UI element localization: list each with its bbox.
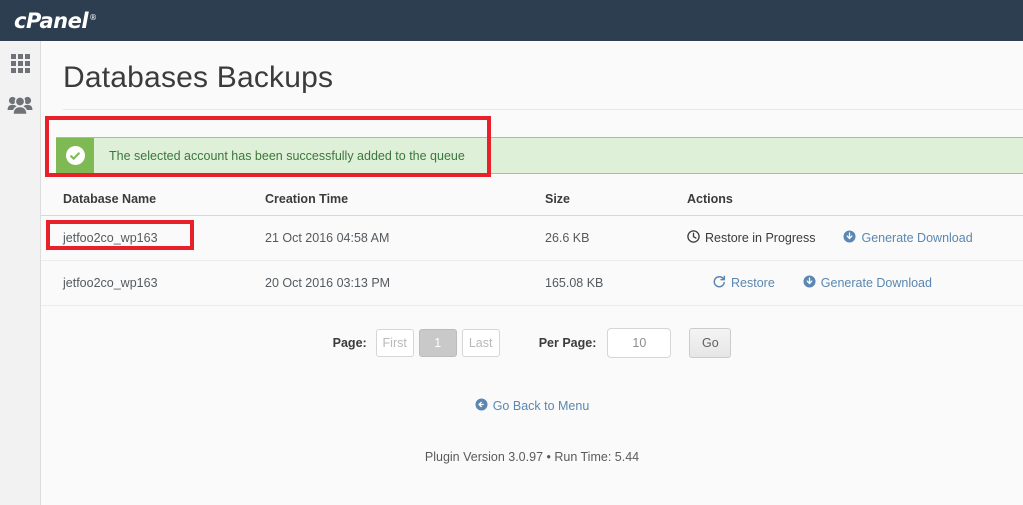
grid-icon [10,53,30,73]
registered-mark: ® [89,12,97,22]
users-icon [7,94,33,121]
table-header-row: Database Name Creation Time Size Actions [41,192,1023,216]
cell-actions: Restore Generate Download [687,275,1023,291]
per-page-input[interactable] [607,328,672,358]
generate-download-label: Generate Download [861,231,973,245]
restore-link[interactable]: Restore [713,275,775,291]
check-circle-icon [65,146,85,165]
restore-in-progress-label: Restore in Progress [705,231,816,245]
back-link-row: Go Back to Menu [41,398,1023,414]
clock-icon [687,230,700,246]
generate-download-link[interactable]: Generate Download [803,275,932,291]
page-label: Page: [332,336,367,350]
column-header-actions: Actions [687,192,733,206]
cell-size: 165.08 KB [545,276,604,290]
arrow-left-circle-icon [475,398,488,414]
go-button[interactable]: Go [689,328,732,358]
cell-actions: Restore in Progress Generate Download [46,220,1023,250]
main-content: Databases Backups The selected account h… [41,41,1023,505]
version-footer: Plugin Version 3.0.97 • Run Time: 5.44 [424,450,640,464]
pagination: Page: First 1 Last Per Page: Go [41,328,1023,358]
cpanel-logo-text: cPanel [14,8,89,33]
sidebar-item-users[interactable] [0,85,40,129]
top-bar: cPanel® [0,0,1023,41]
restore-in-progress-status: Restore in Progress [687,230,815,246]
table-row: jetfoo2co_wp163 20 Oct 2016 03:13 PM 165… [41,261,1023,306]
success-alert: The selected account has been successful… [56,137,1023,174]
alert-message: The selected account has been successful… [109,148,465,163]
annotation-box-restore [46,220,194,250]
cell-creation-time: 20 Oct 2016 03:13 PM [265,276,391,290]
page-last-button[interactable]: Last [461,329,500,357]
backups-table: Database Name Creation Time Size Actions… [41,192,1023,306]
go-back-to-menu-link[interactable]: Go Back to Menu [475,398,590,414]
download-circle-icon [803,275,816,291]
cpanel-logo[interactable]: cPanel® [14,9,97,33]
column-header-creation-time: Creation Time [265,192,349,206]
title-divider [63,109,1023,110]
cell-creation-time: 21 Oct 2016 04:58 AM [265,231,390,245]
table-row: jetfoo2co_wp163 21 Oct 2016 04:58 AM 26.… [41,216,1023,261]
column-header-size: Size [545,192,571,206]
sidebar-item-apps-grid[interactable] [0,41,40,85]
alert-icon-box [56,138,94,173]
generate-download-label: Generate Download [820,276,932,290]
column-header-database-name: Database Name [63,192,157,206]
go-back-to-menu-label: Go Back to Menu [492,399,590,413]
generate-download-link[interactable]: Generate Download [843,230,973,246]
cell-size: 26.6 KB [545,231,590,245]
page-title: Databases Backups [63,61,334,94]
alert-region: The selected account has been successful… [41,116,1023,177]
page-first-button[interactable]: First [375,329,414,357]
download-circle-icon [843,230,856,246]
sidebar [0,41,41,505]
cell-database-name: jetfoo2co_wp163 [63,276,158,290]
restore-label: Restore [731,276,775,290]
refresh-icon [713,275,726,291]
page-number-button[interactable]: 1 [418,329,457,357]
per-page-label: Per Page: [538,336,597,350]
